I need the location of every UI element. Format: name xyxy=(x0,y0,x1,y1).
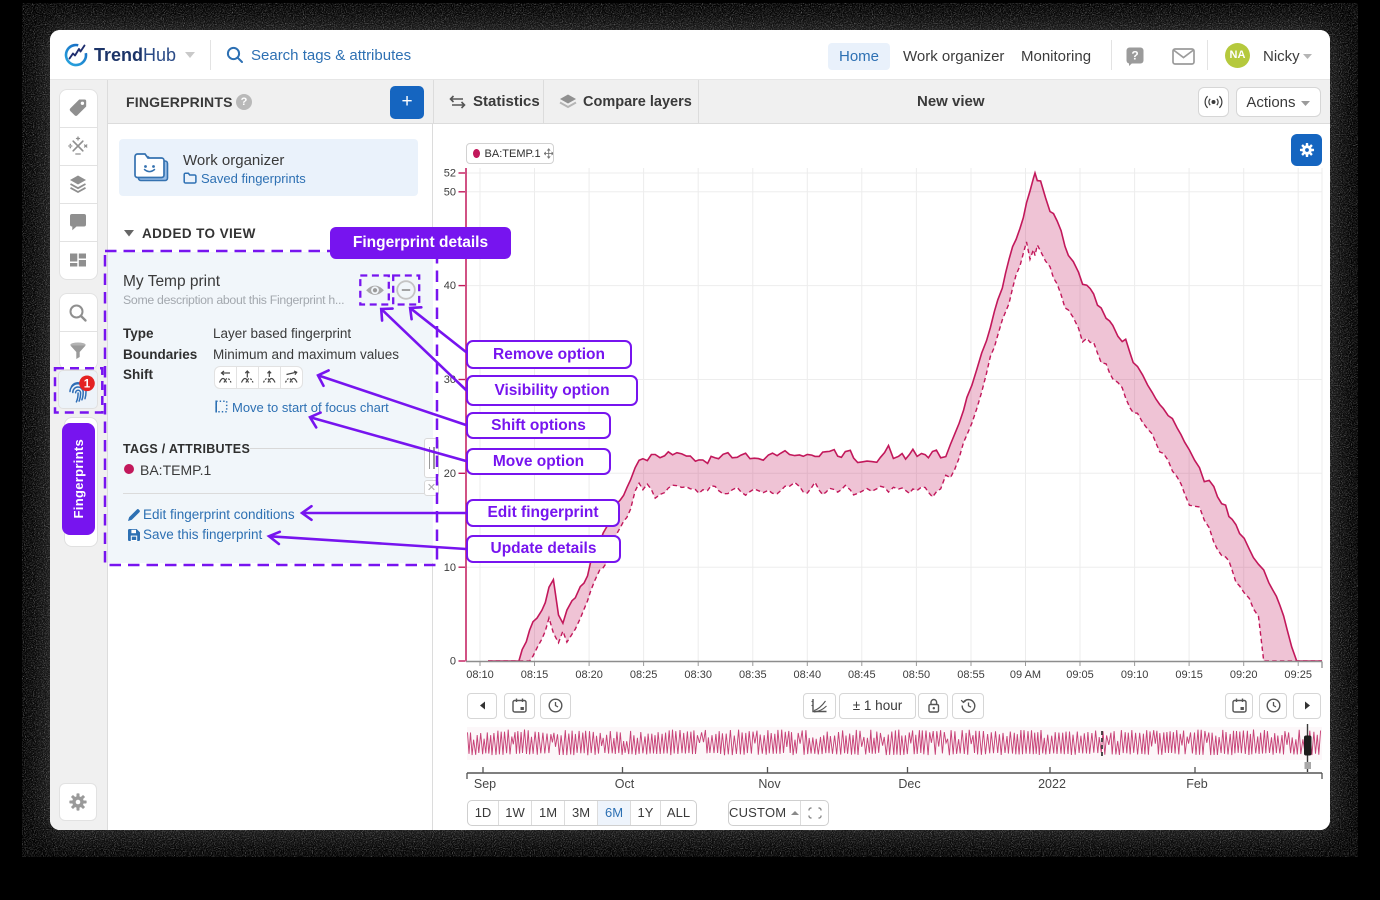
svg-text:08:55: 08:55 xyxy=(957,669,985,681)
svg-text:08:25: 08:25 xyxy=(630,669,658,681)
svg-text:Dec: Dec xyxy=(898,777,920,791)
svg-text:50: 50 xyxy=(444,186,456,198)
svg-text:Feb: Feb xyxy=(1186,777,1208,791)
svg-text:20: 20 xyxy=(444,468,456,480)
svg-text:09:10: 09:10 xyxy=(1121,669,1149,681)
svg-text:09:05: 09:05 xyxy=(1066,669,1094,681)
svg-text:52: 52 xyxy=(444,168,456,180)
svg-text:?: ? xyxy=(1131,49,1138,63)
svg-text:2022: 2022 xyxy=(1038,777,1066,791)
svg-text:09:25: 09:25 xyxy=(1284,669,1312,681)
svg-text:Sep: Sep xyxy=(474,777,496,791)
svg-text:08:40: 08:40 xyxy=(794,669,822,681)
svg-text:40: 40 xyxy=(444,280,456,292)
svg-text:08:50: 08:50 xyxy=(903,669,931,681)
svg-text:Nov: Nov xyxy=(758,777,781,791)
svg-text:Oct: Oct xyxy=(615,777,635,791)
svg-text:10: 10 xyxy=(444,562,456,574)
svg-text:08:10: 08:10 xyxy=(466,669,494,681)
svg-text:09 AM: 09 AM xyxy=(1010,669,1041,681)
svg-text:08:35: 08:35 xyxy=(739,669,767,681)
svg-text:08:30: 08:30 xyxy=(684,669,712,681)
svg-text:09:15: 09:15 xyxy=(1175,669,1203,681)
svg-text:08:20: 08:20 xyxy=(575,669,603,681)
svg-text:08:45: 08:45 xyxy=(848,669,876,681)
svg-text:0: 0 xyxy=(450,656,456,668)
svg-text:08:15: 08:15 xyxy=(521,669,549,681)
svg-text:30: 30 xyxy=(444,374,456,386)
svg-text:1: 1 xyxy=(84,379,91,391)
svg-text:09:20: 09:20 xyxy=(1230,669,1258,681)
